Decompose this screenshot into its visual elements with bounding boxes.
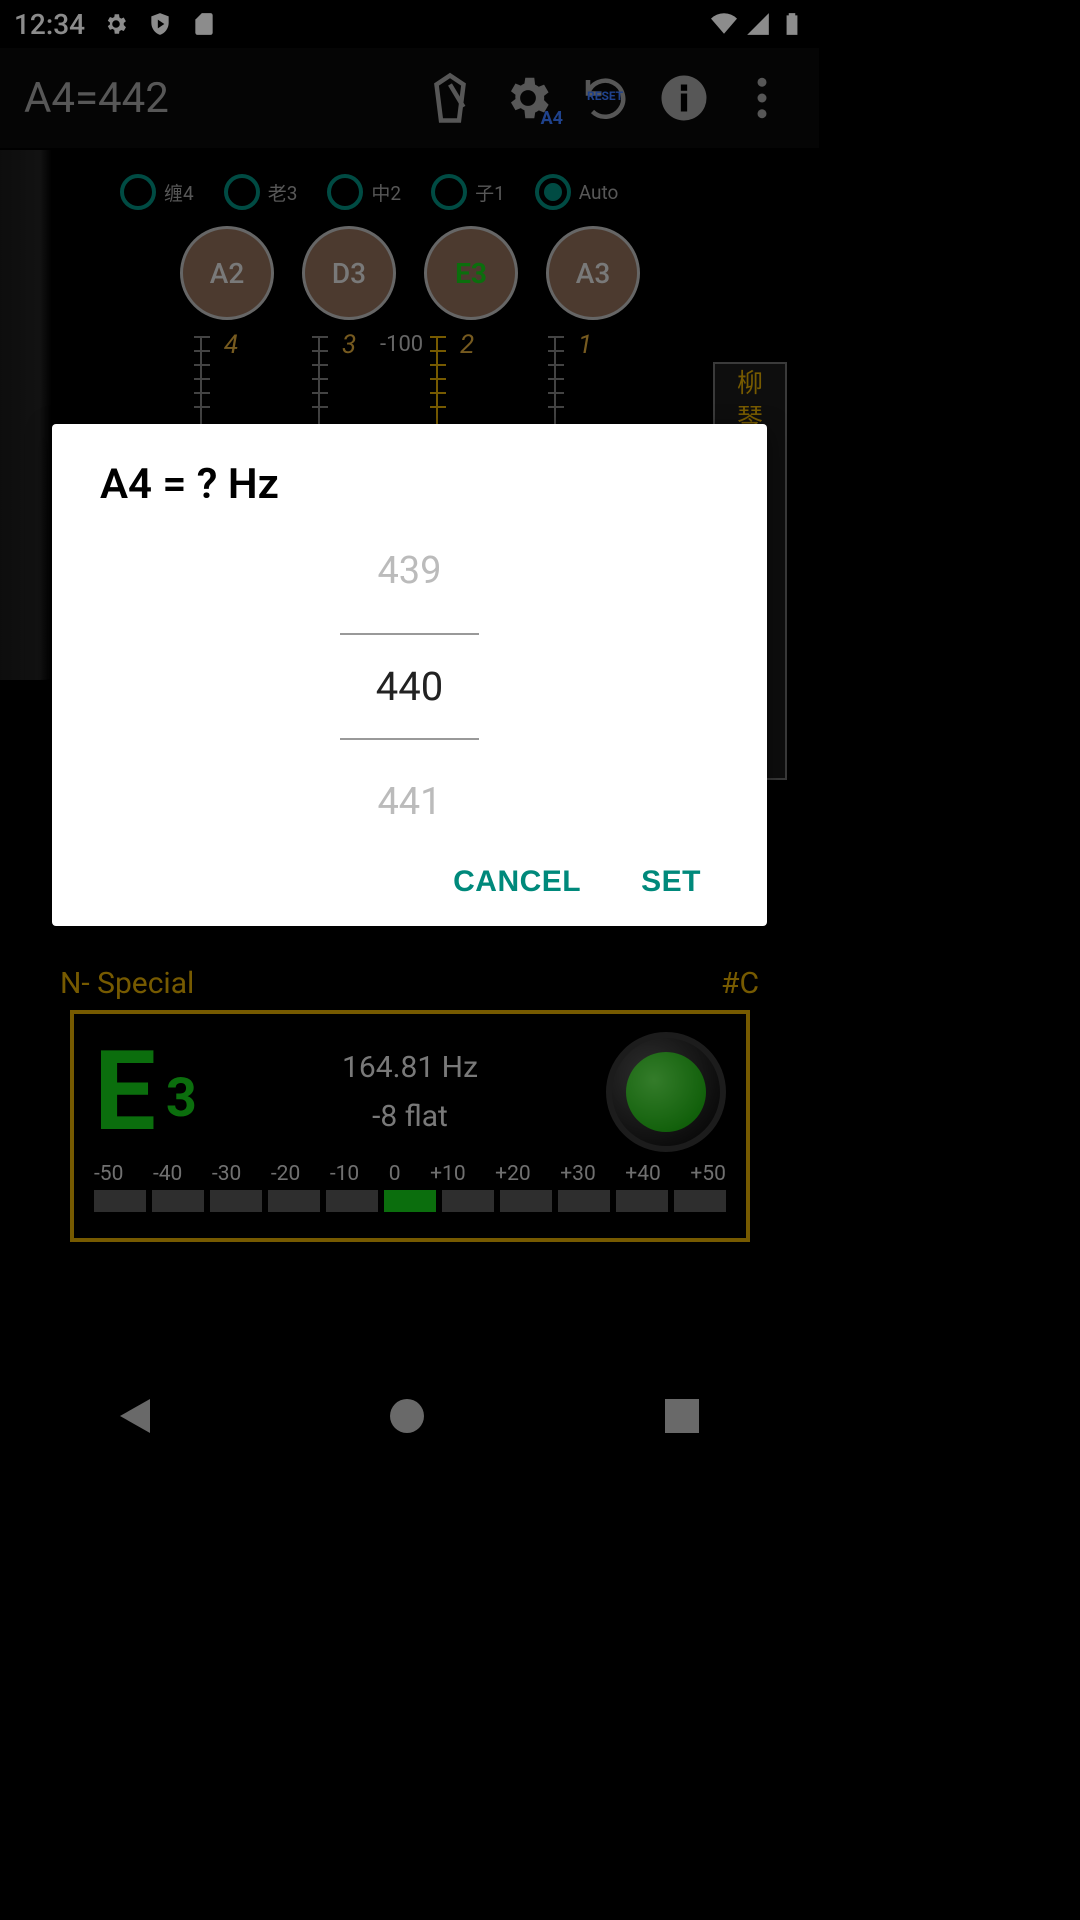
dialog-title: A4 = ? Hz (100, 460, 719, 509)
picker-prev[interactable]: 439 (377, 549, 441, 593)
set-button[interactable]: SET (635, 864, 707, 900)
picker-next[interactable]: 441 (377, 780, 441, 824)
hz-number-picker[interactable]: 439 440 441 (100, 549, 719, 824)
cancel-button[interactable]: CANCEL (447, 864, 587, 900)
picker-current[interactable]: 440 (340, 633, 479, 740)
a4-dialog: A4 = ? Hz 439 440 441 CANCEL SET (52, 424, 767, 926)
